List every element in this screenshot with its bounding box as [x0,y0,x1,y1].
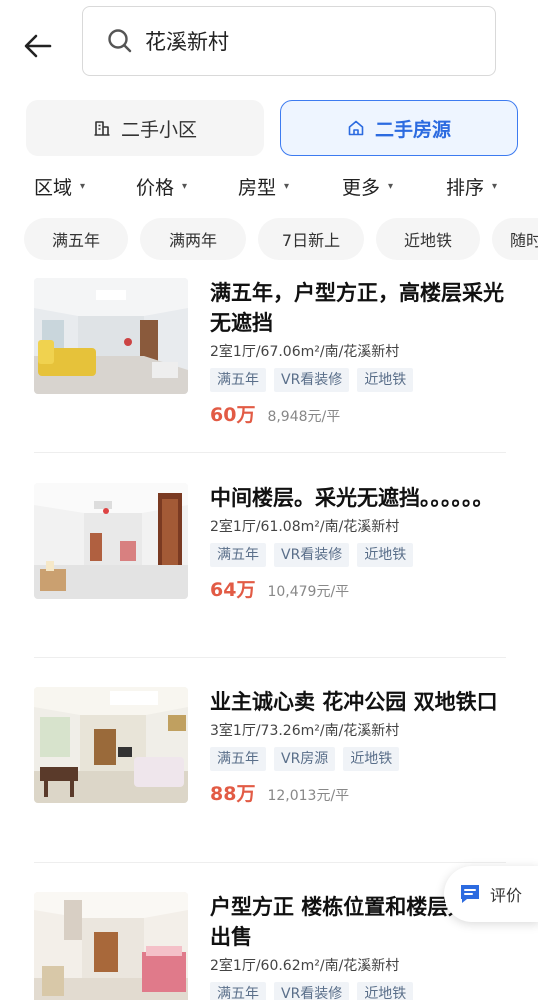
filter-label: 区域 [34,176,73,199]
tag: 满五年 [210,982,266,1000]
tag: 近地铁 [357,982,414,1000]
listing-title: 中间楼层。采光无遮挡。。。。。。 [210,486,494,510]
listing-tags: 满五年 VR看装修 近地铁 [210,543,520,567]
listing-meta: 2室1厅/67.06m²/南/花溪新村 [210,344,400,360]
house-icon [347,119,365,137]
tab-second-hand-listings[interactable]: 二手房源 [280,100,518,156]
chevron-down-icon: ▾ [182,180,188,192]
header: 花溪新村 [0,0,538,92]
search-query: 花溪新村 [145,30,229,54]
tag: 满五年 [210,368,266,392]
listing-info: 业主诚心卖 花冲公园 双地铁口 3室1厅/73.26m²/南/花溪新村 满五年 … [210,687,520,806]
chip-new-7-days[interactable]: 7日新上 [258,218,364,260]
listing-tags: 满五年 VR看装修 近地铁 [210,982,520,1000]
unit-price: 10,479元/平 [267,584,350,600]
tab-label: 二手房源 [374,118,451,141]
filter-label: 更多 [342,176,381,199]
unit-price: 8,948元/平 [267,409,341,425]
divider [34,452,506,453]
price-row: 88万 12,013元/平 [210,779,520,806]
chip-five-years[interactable]: 满五年 [24,218,128,260]
chip-anytime[interactable]: 随时 [492,218,538,260]
listing-title: 满五年，户型方正，高楼层采光无遮挡 [210,281,504,335]
search-input[interactable]: 花溪新村 [82,6,496,76]
listing-tags: 满五年 VR房源 近地铁 [210,747,520,771]
filter-layout[interactable]: 房型 ▾ [238,168,289,204]
listing-meta: 2室1厅/60.62m²/南/花溪新村 [210,958,400,974]
type-tabs: 二手小区 二手房源 [0,100,538,156]
filter-price[interactable]: 价格 ▾ [136,168,187,204]
tag: 近地铁 [357,543,414,567]
price-row: 64万 10,479元/平 [210,575,520,602]
divider [34,862,506,863]
chevron-down-icon: ▾ [80,180,86,192]
review-button[interactable]: 评价 [444,866,538,922]
building-icon [93,119,111,137]
filter-bar: 区域 ▾ 价格 ▾ 房型 ▾ 更多 ▾ 排序 ▾ [0,168,538,204]
tag: VR看装修 [274,543,350,567]
chevron-down-icon: ▾ [492,180,498,192]
listing-info: 满五年，户型方正，高楼层采光无遮挡 2室1厅/67.06m²/南/花溪新村 满五… [210,278,520,427]
tag: 近地铁 [357,368,414,392]
divider [34,657,506,658]
price-row: 60万 8,948元/平 [210,400,520,427]
filter-area[interactable]: 区域 ▾ [34,168,85,204]
filter-label: 排序 [446,176,485,199]
chat-icon [458,882,482,906]
listing-meta: 3室1厅/73.26m²/南/花溪新村 [210,723,400,739]
tag: VR看装修 [274,982,350,1000]
listing-card[interactable]: 业主诚心卖 花冲公园 双地铁口 3室1厅/73.26m²/南/花溪新村 满五年 … [0,687,538,891]
filter-label: 房型 [238,176,277,199]
unit-price: 12,013元/平 [267,788,350,804]
listing-info: 中间楼层。采光无遮挡。。。。。。 2室1厅/61.08m²/南/花溪新村 满五年… [210,483,520,602]
listing-photo [34,687,188,803]
tab-label: 二手小区 [120,118,197,141]
filter-sort[interactable]: 排序 ▾ [446,168,497,204]
tab-second-hand-community[interactable]: 二手小区 [26,100,264,156]
chevron-down-icon: ▾ [388,180,394,192]
arrow-left-icon [24,34,52,58]
chevron-down-icon: ▾ [284,180,290,192]
listing-meta: 2室1厅/61.08m²/南/花溪新村 [210,519,400,535]
listing-title: 业主诚心卖 花冲公园 双地铁口 [210,690,498,714]
total-price: 64万 [210,579,256,601]
tag: 近地铁 [343,747,400,771]
chip-two-years[interactable]: 满两年 [140,218,246,260]
filter-more[interactable]: 更多 ▾ [342,168,393,204]
quick-filter-chips: 满五年 满两年 7日新上 近地铁 随时 [0,218,538,260]
review-label: 评价 [490,886,523,905]
total-price: 60万 [210,404,256,426]
chip-near-metro[interactable]: 近地铁 [376,218,480,260]
filter-label: 价格 [136,176,175,199]
search-icon [107,28,133,54]
tag: 满五年 [210,747,266,771]
listing-photo [34,483,188,599]
tag: 满五年 [210,543,266,567]
listing-photo [34,278,188,394]
back-button[interactable] [18,26,58,66]
tag: VR房源 [274,747,336,771]
listing-tags: 满五年 VR看装修 近地铁 [210,368,520,392]
listing-photo [34,892,188,1000]
total-price: 88万 [210,783,256,805]
tag: VR看装修 [274,368,350,392]
